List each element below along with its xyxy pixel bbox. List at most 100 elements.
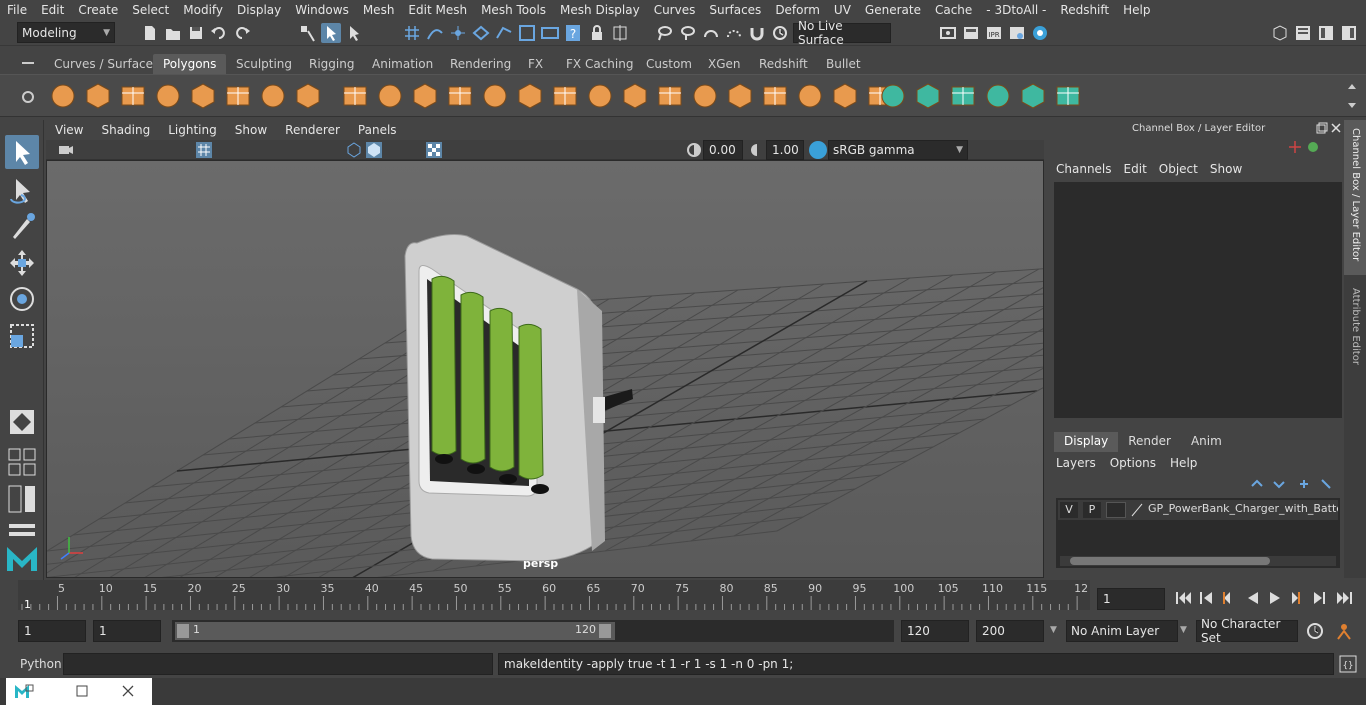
range-bar[interactable]: 1 120 bbox=[172, 620, 894, 642]
camera-select-icon[interactable] bbox=[58, 142, 74, 158]
poly-cone-icon[interactable] bbox=[153, 81, 183, 111]
save-scene-icon[interactable] bbox=[186, 23, 206, 43]
shelf-tab-rigging[interactable]: Rigging bbox=[299, 54, 364, 74]
poly-cube-icon[interactable] bbox=[83, 81, 113, 111]
magnet-icon[interactable] bbox=[747, 23, 767, 43]
panel-menu-shading[interactable]: Shading bbox=[92, 123, 159, 137]
shelf-tab-polygons[interactable]: Polygons bbox=[153, 54, 227, 74]
paint-select-icon[interactable] bbox=[678, 23, 698, 43]
menu-3dtoall[interactable]: - 3DtoAll - bbox=[979, 3, 1053, 17]
go-to-end-icon[interactable] bbox=[1337, 592, 1352, 604]
gamma-icon[interactable] bbox=[749, 142, 765, 158]
snap-to-curve-icon[interactable] bbox=[425, 23, 445, 43]
shelf-tab-fx[interactable]: FX bbox=[518, 54, 553, 74]
layout-uvs-icon[interactable] bbox=[983, 81, 1013, 111]
exposure-icon[interactable] bbox=[686, 142, 702, 158]
redo-icon[interactable] bbox=[232, 23, 252, 43]
wireframe-icon[interactable] bbox=[346, 142, 362, 158]
animation-preferences-icon[interactable] bbox=[1334, 622, 1354, 640]
channel-box-toggle-icon[interactable] bbox=[1339, 23, 1359, 43]
channel-box-menu-edit[interactable]: Edit bbox=[1124, 162, 1159, 180]
menu-windows[interactable]: Windows bbox=[288, 3, 356, 17]
layer-menu-options[interactable]: Options bbox=[1110, 456, 1170, 474]
step-back-icon[interactable] bbox=[1200, 592, 1212, 604]
hypershade-icon[interactable] bbox=[1030, 23, 1050, 43]
target-weld-icon[interactable] bbox=[690, 81, 720, 111]
rotate-tool-icon[interactable] bbox=[5, 282, 39, 316]
gamma-field[interactable]: 1.00 bbox=[766, 140, 804, 160]
channel-box-menu-show[interactable]: Show bbox=[1210, 162, 1254, 180]
close-icon[interactable] bbox=[122, 685, 134, 697]
range-bar-handle[interactable]: 1 120 bbox=[175, 622, 615, 640]
perspective-viewport[interactable]: persp bbox=[46, 160, 1044, 578]
script-language-toggle[interactable]: Python bbox=[20, 657, 62, 671]
move-tool-icon[interactable] bbox=[5, 246, 39, 280]
poly-smooth-icon[interactable] bbox=[760, 81, 790, 111]
new-scene-icon[interactable] bbox=[140, 23, 160, 43]
range-start-grip[interactable] bbox=[177, 624, 189, 638]
snap-to-view-plane-icon[interactable] bbox=[471, 23, 491, 43]
cut-uv-icon[interactable] bbox=[1018, 81, 1048, 111]
snap-to-grid-icon[interactable] bbox=[402, 23, 422, 43]
combine-icon[interactable] bbox=[340, 81, 370, 111]
menu-mesh-tools[interactable]: Mesh Tools bbox=[474, 3, 553, 17]
menu-uv[interactable]: UV bbox=[827, 3, 858, 17]
start-frame-field[interactable]: 1 bbox=[18, 620, 86, 642]
layer-menu-help[interactable]: Help bbox=[1170, 456, 1211, 474]
lasso-icon[interactable] bbox=[655, 23, 675, 43]
layer-menu-layers[interactable]: Layers bbox=[1056, 456, 1110, 474]
range-end-grip[interactable] bbox=[599, 624, 611, 638]
menu-mesh[interactable]: Mesh bbox=[356, 3, 402, 17]
bridge-icon[interactable] bbox=[445, 81, 475, 111]
multi-cut-icon[interactable] bbox=[515, 81, 545, 111]
poly-sphere-icon[interactable] bbox=[48, 81, 78, 111]
modeling-toolkit-icon[interactable] bbox=[1270, 23, 1290, 43]
layer-color-icon[interactable] bbox=[1130, 503, 1144, 517]
poly-pipe-icon[interactable] bbox=[293, 81, 323, 111]
shelf-tab-bullet[interactable]: Bullet bbox=[816, 54, 871, 74]
extract-icon[interactable] bbox=[410, 81, 440, 111]
layer-row[interactable]: V P GP_PowerBank_Charger_with_Batteri bbox=[1058, 500, 1338, 520]
poly-cylinder-icon[interactable] bbox=[118, 81, 148, 111]
history-icon[interactable] bbox=[770, 23, 790, 43]
exposure-field[interactable]: 0.00 bbox=[703, 140, 743, 160]
minimized-window[interactable] bbox=[6, 678, 152, 705]
uv-map-icon[interactable] bbox=[480, 81, 510, 111]
side-tab-channel-box[interactable]: Channel Box / Layer Editor bbox=[1344, 120, 1366, 275]
layer-type-toggle[interactable] bbox=[1106, 502, 1126, 518]
render-settings-window-icon[interactable] bbox=[1007, 23, 1027, 43]
character-set-dropdown[interactable]: No Character Set bbox=[1196, 617, 1298, 645]
layer-tab-anim[interactable]: Anim bbox=[1181, 432, 1232, 452]
select-by-component-icon[interactable] bbox=[344, 23, 364, 43]
grid-toggle-icon[interactable] bbox=[196, 142, 212, 158]
last-tool-icon[interactable] bbox=[5, 405, 39, 439]
menu-deform[interactable]: Deform bbox=[768, 3, 827, 17]
soft-select-icon[interactable] bbox=[701, 23, 721, 43]
make-live-icon[interactable] bbox=[494, 23, 514, 43]
current-frame-field[interactable]: 1 bbox=[1097, 588, 1165, 610]
menu-file[interactable]: File bbox=[0, 3, 34, 17]
separate-icon[interactable] bbox=[375, 81, 405, 111]
select-by-hierarchy-icon[interactable] bbox=[298, 23, 318, 43]
unfold-icon[interactable] bbox=[948, 81, 978, 111]
append-polygon-icon[interactable] bbox=[585, 81, 615, 111]
command-input[interactable] bbox=[63, 653, 493, 675]
open-scene-icon[interactable] bbox=[163, 23, 183, 43]
play-backwards-icon[interactable] bbox=[1248, 592, 1258, 604]
bevel-icon[interactable] bbox=[620, 81, 650, 111]
play-forwards-icon[interactable] bbox=[1270, 592, 1280, 604]
panel-menu-show[interactable]: Show bbox=[226, 123, 276, 137]
playback-end-field[interactable]: 120 bbox=[901, 620, 969, 642]
go-to-start-icon[interactable] bbox=[1176, 592, 1191, 604]
shelf-tab-rendering[interactable]: Rendering bbox=[440, 54, 521, 74]
menu-mesh-display[interactable]: Mesh Display bbox=[553, 3, 647, 17]
script-editor-icon[interactable]: {} bbox=[1339, 655, 1357, 673]
menu-curves[interactable]: Curves bbox=[647, 3, 703, 17]
shelf-tab-custom[interactable]: Custom bbox=[636, 54, 702, 74]
snap-together-icon[interactable] bbox=[517, 23, 537, 43]
panel-menu-view[interactable]: View bbox=[46, 123, 92, 137]
time-ruler[interactable]: 5 10 15 20 25 30 35 40 45 50 55 60 65 70 75 80 85 90 95 100… bbox=[18, 580, 1090, 611]
shelf-tab-curves-surfaces[interactable]: Curves / Surfaces bbox=[44, 54, 169, 74]
channel-box-menu-channels[interactable]: Channels bbox=[1056, 162, 1124, 180]
reflection-icon[interactable] bbox=[724, 23, 744, 43]
